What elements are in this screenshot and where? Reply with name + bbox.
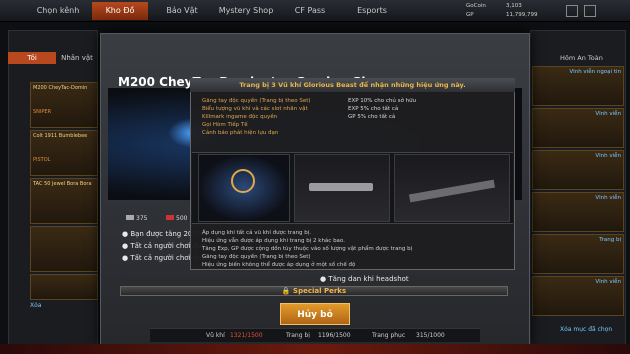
perk-line: EXP 10% cho chủ sở hữu — [348, 98, 417, 104]
inventory-item[interactable]: M200 CheyTac-Domin SNIPER — [30, 82, 98, 128]
weapon-slot — [394, 154, 510, 222]
gp-icon — [126, 215, 134, 220]
outfit-capacity-label: Trang phục — [372, 332, 406, 339]
tab-inventory[interactable]: Kho Đồ — [92, 2, 148, 20]
right-item[interactable]: Vĩnh viễn — [532, 276, 624, 316]
tab-mystery-shop[interactable]: Mystery Shop — [216, 2, 276, 20]
perk-line: GP 5% cho tất cả — [348, 114, 396, 120]
equip-capacity-value: 1196/1500 — [318, 332, 351, 339]
delete-selected-link[interactable]: Xóa mục đã chọn — [560, 326, 612, 333]
right-item-label: Vĩnh viễn — [595, 153, 621, 159]
perk-line: Killmark ingame độc quyền — [202, 114, 278, 120]
description-line: Hiệu ứng vẫn được áp dụng khi trang bị 2… — [202, 238, 345, 244]
top-navigation: Chọn kênh Kho Đồ Bảo Vật Mystery Shop CF… — [0, 0, 630, 22]
menu-icon[interactable] — [584, 5, 596, 17]
special-perks-button[interactable]: 🔒 Special Perks — [120, 286, 508, 296]
inventory-item[interactable] — [30, 274, 98, 300]
gcoin-value: 3,103 — [506, 3, 522, 9]
popup-header: Trang bị 3 Vũ khí Glorious Beast để nhận… — [190, 78, 515, 92]
item-tag: SNIPER — [33, 109, 52, 115]
perk-line: Găng tay độc quyền (Trang bị theo Set) — [202, 98, 311, 104]
tab-character[interactable]: Nhân vật — [56, 52, 98, 64]
perk-line: Gọi Hòm Tiếp Tế — [202, 122, 248, 128]
cost-gp: 375 — [126, 215, 147, 222]
inventory-item[interactable]: Colt 1911 Bumblebee PISTOL — [30, 130, 98, 176]
settings-icon[interactable] — [566, 5, 578, 17]
slot-icons — [12, 38, 82, 48]
perk-line: Biểu tượng vũ khí và các slot nhân vật — [202, 106, 308, 112]
special-perks-label: Special Perks — [293, 287, 347, 295]
right-item[interactable]: Vĩnh viễn — [532, 192, 624, 232]
item-tag: PISTOL — [33, 157, 51, 163]
perk-line: EXP 5% cho tất cả — [348, 106, 399, 112]
emblem-icon — [231, 169, 255, 193]
decorative-footer — [0, 344, 630, 354]
cancel-button[interactable]: Hủy bỏ — [280, 303, 350, 325]
cost-gcoin: 500 — [166, 215, 187, 222]
right-item-label: Trang bị — [599, 237, 621, 243]
inventory-item[interactable]: TAC 50 Jewel Bora Bora — [30, 178, 98, 224]
pistol-icon — [309, 183, 373, 191]
bullet-text: ● Tăng dan khi headshot — [320, 275, 409, 283]
right-item-label: Vĩnh viễn — [595, 195, 621, 201]
weapon-capacity-value: 1321/1500 — [230, 332, 263, 339]
tab-esports[interactable]: Esports — [344, 2, 400, 20]
item-name: Colt 1911 Bumblebee — [33, 133, 88, 139]
right-item[interactable]: Vĩnh viễn — [532, 108, 624, 148]
delete-link[interactable]: Xóa — [30, 302, 50, 312]
right-item[interactable]: Vĩnh viễn — [532, 150, 624, 190]
perk-line: Cảnh báo phát hiện lựu đạn — [202, 130, 279, 136]
inventory-item[interactable] — [30, 226, 98, 272]
gcoin-icon — [166, 215, 174, 220]
tab-treasure[interactable]: Bảo Vật — [154, 2, 210, 20]
rifle-icon — [408, 179, 496, 203]
gp-value: 11,799,799 — [506, 12, 538, 18]
right-panel-header: Hôm An Toàn — [560, 54, 603, 62]
weapon-slot — [294, 154, 390, 222]
equip-capacity-label: Trang bị — [286, 332, 310, 339]
item-name: M200 CheyTac-Domin — [33, 85, 88, 91]
description-line: Găng tay độc quyền (Trang bị theo Set) — [202, 254, 311, 260]
currency-display: GoCoin 3,103 GP 11,799,799 — [466, 1, 626, 21]
weapon-capacity-label: Vũ khí — [206, 332, 225, 339]
lock-icon: 🔒 — [281, 287, 294, 295]
weapon-slot — [198, 154, 290, 222]
right-item-label: Vĩnh viễn ngoại tin — [569, 69, 621, 75]
capacity-bar: Vũ khí 1321/1500 Trang bị 1196/1500 Tran… — [150, 328, 480, 342]
gp-label: GP — [466, 12, 474, 18]
tab-cf-pass[interactable]: CF Pass — [282, 2, 338, 20]
gcoin-label: GoCoin — [466, 3, 486, 9]
right-item-label: Vĩnh viễn — [595, 111, 621, 117]
item-name: TAC 50 Jewel Bora Bora — [33, 181, 92, 187]
right-item-label: Vĩnh viễn — [595, 279, 621, 285]
description-line: Áp dụng khi tất cả vũ khí được trang bị. — [202, 230, 312, 236]
description-line: Hiệu ứng biến không thể được áp dụng ở m… — [202, 262, 356, 268]
cost-value: 500 — [176, 215, 188, 222]
outfit-capacity-value: 315/1000 — [416, 332, 445, 339]
description-line: Tăng Exp, GP được cộng dồn tùy thuộc vào… — [202, 246, 413, 252]
right-item[interactable]: Trang bị — [532, 234, 624, 274]
tab-channel[interactable]: Chọn kênh — [30, 2, 86, 20]
tab-me[interactable]: Tôi — [8, 52, 56, 64]
right-item[interactable]: Vĩnh viễn ngoại tin — [532, 66, 624, 106]
cost-value: 375 — [136, 215, 148, 222]
bullet-line: Tăng dan khi headshot — [328, 275, 409, 283]
